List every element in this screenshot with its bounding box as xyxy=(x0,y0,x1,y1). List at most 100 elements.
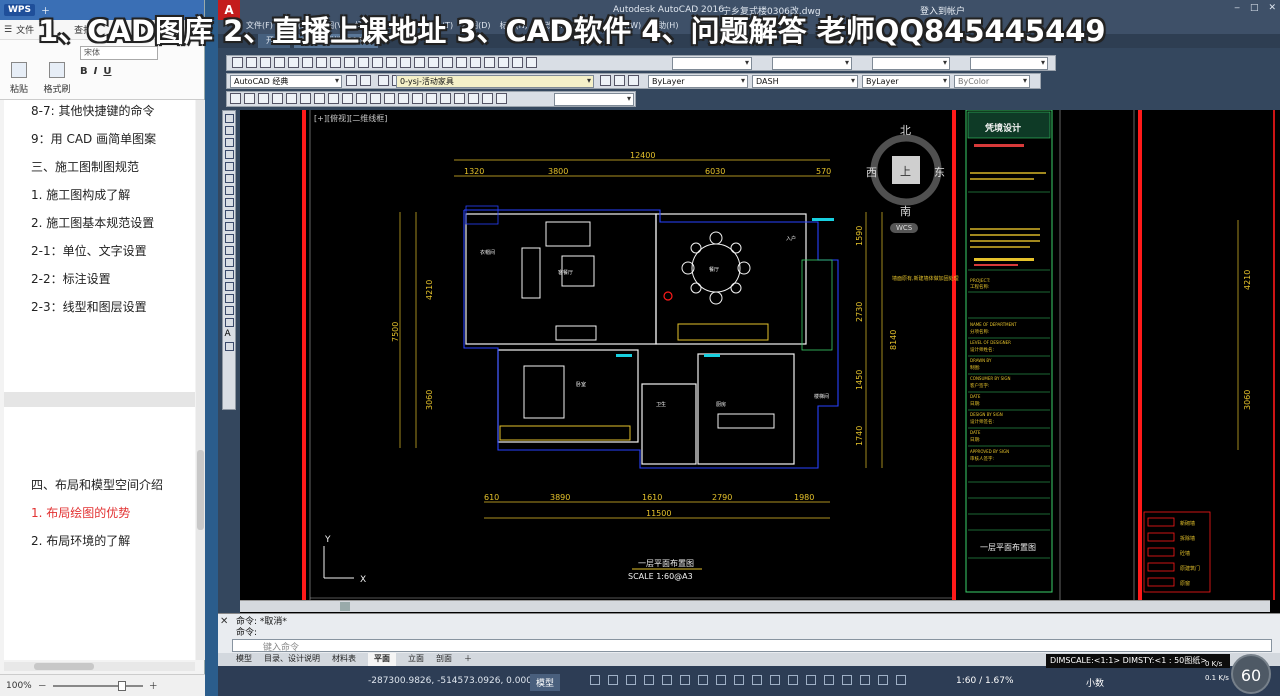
zoom-window-icon[interactable] xyxy=(414,57,425,68)
speed-bubble[interactable]: 60 xyxy=(1231,654,1271,694)
tool-palette-icon[interactable] xyxy=(470,57,481,68)
maximize-icon[interactable]: □ xyxy=(1250,3,1259,13)
viewport-label[interactable]: [+][俯视][二维线框] xyxy=(314,113,387,124)
arc-icon[interactable] xyxy=(224,174,234,183)
tab-layout[interactable]: 剖面 xyxy=(436,653,452,666)
layer-isolate-icon[interactable] xyxy=(628,75,639,86)
wps-vertical-scrollbar[interactable] xyxy=(196,100,205,660)
snap-toggle-icon[interactable] xyxy=(608,675,618,685)
dynamic-ucs-icon[interactable] xyxy=(770,675,780,685)
wps-menu-file[interactable]: 文件 xyxy=(16,23,34,36)
grid-toggle-icon[interactable] xyxy=(590,675,600,685)
wcs-menu[interactable]: WCS xyxy=(890,223,919,233)
zoom-in-icon[interactable]: ＋ xyxy=(149,679,158,692)
dim-break-icon[interactable] xyxy=(398,93,409,104)
selection-cycle-icon[interactable] xyxy=(734,675,744,685)
rectangle-icon[interactable] xyxy=(224,162,234,171)
workspace-icon[interactable] xyxy=(360,75,371,86)
design-center-icon[interactable] xyxy=(456,57,467,68)
underline-button[interactable]: U xyxy=(103,66,111,77)
insert-block-icon[interactable] xyxy=(224,246,234,255)
save-icon[interactable] xyxy=(260,57,271,68)
clean-screen-icon[interactable] xyxy=(878,675,888,685)
polar-toggle-icon[interactable] xyxy=(644,675,654,685)
angular-icon[interactable] xyxy=(328,93,339,104)
lineweight-combo[interactable]: ByLayer xyxy=(862,75,950,88)
undo-icon[interactable] xyxy=(358,57,369,68)
paste-button[interactable]: 粘贴 xyxy=(4,43,34,95)
preview-icon[interactable] xyxy=(288,57,299,68)
polygon-icon[interactable] xyxy=(224,150,234,159)
spline-icon[interactable] xyxy=(224,210,234,219)
inspect-icon[interactable] xyxy=(440,93,451,104)
lock-icon[interactable] xyxy=(824,675,834,685)
zoom-knob[interactable] xyxy=(117,680,126,691)
scale-readout[interactable]: 1:60 / 1.67% xyxy=(956,676,1014,686)
table-style-combo[interactable] xyxy=(872,57,950,70)
close-icon[interactable]: ✕ xyxy=(1268,3,1276,13)
multileader-style-combo[interactable] xyxy=(970,57,1048,70)
cut-icon[interactable] xyxy=(302,57,313,68)
new-icon[interactable] xyxy=(232,57,243,68)
transparency-toggle-icon[interactable] xyxy=(716,675,726,685)
ortho-toggle-icon[interactable] xyxy=(626,675,636,685)
revcloud-icon[interactable] xyxy=(224,198,234,207)
italic-button[interactable]: I xyxy=(94,66,98,77)
ellipse-icon[interactable] xyxy=(224,222,234,231)
color-combo[interactable]: ByLayer xyxy=(648,75,748,88)
annotation-icon[interactable] xyxy=(788,675,798,685)
tolerance-icon[interactable] xyxy=(412,93,423,104)
zoom-out-icon[interactable]: － xyxy=(38,679,47,692)
text-style-combo[interactable] xyxy=(672,57,752,70)
sheet-set-icon[interactable] xyxy=(484,57,495,68)
viewcube[interactable]: 北 南 东 西 上 xyxy=(866,120,946,220)
command-input[interactable]: 键入命令 xyxy=(232,639,1272,653)
help-icon[interactable] xyxy=(526,57,537,68)
markup-icon[interactable] xyxy=(498,57,509,68)
layer-previous-icon[interactable] xyxy=(614,75,625,86)
minimize-icon[interactable]: ‒ xyxy=(1234,3,1240,13)
osnap-toggle-icon[interactable] xyxy=(662,675,672,685)
isolate-icon[interactable] xyxy=(842,675,852,685)
quick-dim-icon[interactable] xyxy=(342,93,353,104)
properties-icon[interactable] xyxy=(442,57,453,68)
customize-icon[interactable] xyxy=(896,675,906,685)
calculator-icon[interactable] xyxy=(512,57,523,68)
pan-icon[interactable] xyxy=(386,57,397,68)
jogged-linear-icon[interactable] xyxy=(454,93,465,104)
bold-button[interactable]: B xyxy=(80,66,88,77)
add-layout-icon[interactable]: ＋ xyxy=(464,653,472,666)
zoom-icon[interactable] xyxy=(400,57,411,68)
zoom-slider[interactable] xyxy=(52,680,143,691)
dim-space-icon[interactable] xyxy=(384,93,395,104)
center-mark-icon[interactable] xyxy=(426,93,437,104)
make-block-icon[interactable] xyxy=(224,258,234,267)
polyline-icon[interactable] xyxy=(224,138,234,147)
dim-style-toolbar-combo[interactable] xyxy=(554,93,634,106)
wps-document[interactable]: 8-7: 其他快捷键的命令 9：用 CAD 画简单图案 三、施工图制图规范 1.… xyxy=(4,100,195,660)
tab-layout[interactable]: 材料表 xyxy=(332,653,356,666)
circle-icon[interactable] xyxy=(224,186,234,195)
line-icon[interactable] xyxy=(224,114,234,123)
diameter-icon[interactable] xyxy=(314,93,325,104)
print-icon[interactable] xyxy=(274,57,285,68)
tab-layout[interactable]: 立面 xyxy=(408,653,424,666)
add-selected-icon[interactable] xyxy=(224,342,234,351)
scroll-thumb[interactable] xyxy=(197,450,204,530)
drawing-viewport[interactable]: 凭境设计 PROJECT: 工程名称: NAME OF DEPARTMENT 分… xyxy=(240,110,1280,613)
drawing-horizontal-scrollbar[interactable] xyxy=(240,600,1270,612)
mtext-icon[interactable]: A xyxy=(225,330,234,339)
dim-update-icon[interactable] xyxy=(496,93,507,104)
3d-osnap-icon[interactable] xyxy=(752,675,762,685)
scroll-thumb[interactable] xyxy=(340,602,350,611)
make-current-icon[interactable] xyxy=(600,75,611,86)
hardware-accel-icon[interactable] xyxy=(860,675,870,685)
arc-length-icon[interactable] xyxy=(258,93,269,104)
match-icon[interactable] xyxy=(344,57,355,68)
dim-edit-icon[interactable] xyxy=(468,93,479,104)
lineweight-toggle-icon[interactable] xyxy=(698,675,708,685)
jogged-icon[interactable] xyxy=(300,93,311,104)
radius-icon[interactable] xyxy=(286,93,297,104)
wps-logo[interactable]: WPS xyxy=(4,4,36,16)
continue-icon[interactable] xyxy=(370,93,381,104)
